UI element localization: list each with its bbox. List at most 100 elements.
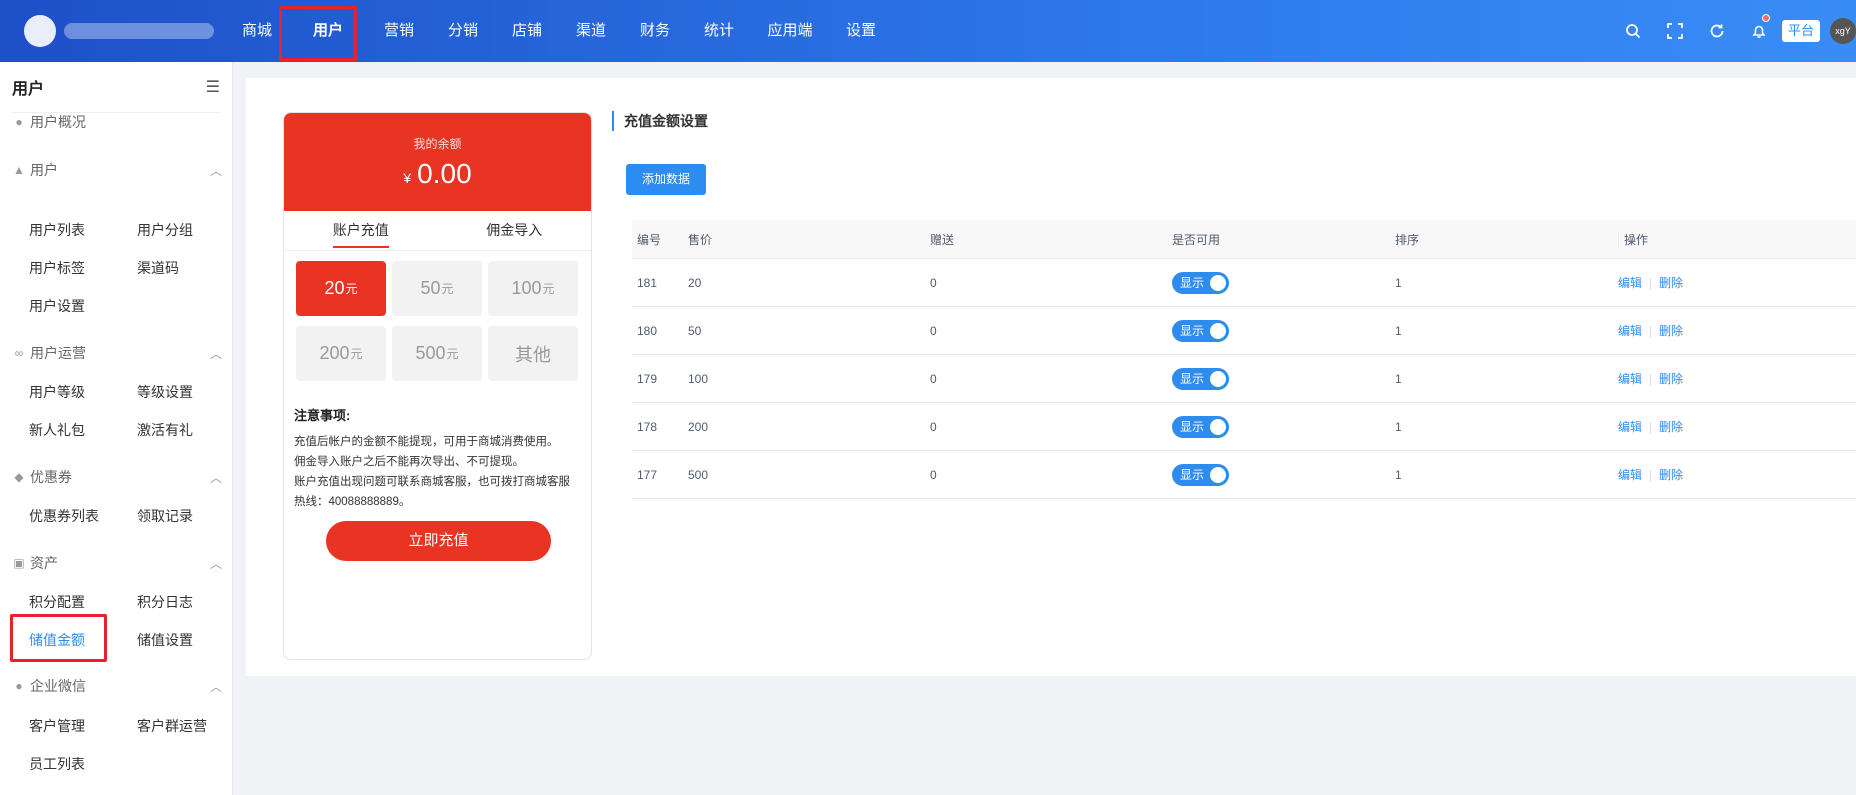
amount-option[interactable]: 100 元 (488, 261, 578, 316)
toggle-knob (1210, 274, 1226, 291)
amount-option[interactable]: 20 元 (296, 261, 386, 316)
sidebar-item-claim-records[interactable]: 领取记录 (137, 506, 193, 526)
delete-link[interactable]: 删除 (1659, 372, 1683, 386)
cell-price: 50 (688, 323, 702, 338)
cell-id: 177 (637, 467, 658, 482)
recharge-now-button[interactable]: 立即充值 (326, 521, 551, 561)
notice-title: 注意事项: (294, 408, 351, 423)
sidebar-item-user-group[interactable]: 用户分组 (137, 220, 193, 240)
platform-tag[interactable]: 平台 (1781, 20, 1820, 42)
sidebar-item-user-tags[interactable]: 用户标签 (29, 258, 85, 278)
delete-link[interactable]: 删除 (1659, 468, 1683, 482)
cell-sort: 1 (1395, 419, 1402, 434)
fullscreen-icon[interactable] (1654, 0, 1696, 62)
amount-option[interactable]: 500 元 (392, 326, 482, 381)
search-icon[interactable] (1612, 0, 1654, 62)
table-row: 177 500 0 显示 1 编辑 删除 (632, 451, 1856, 499)
sidebar-item-newbie-gift[interactable]: 新人礼包 (29, 420, 85, 440)
highlight-box-nav-user (279, 6, 357, 61)
sidebar-item-user-list[interactable]: 用户列表 (29, 220, 85, 240)
visibility-toggle[interactable]: 显示 (1172, 271, 1229, 294)
column-header-actions: 操作 (1618, 230, 1856, 248)
chevron-up-icon: ︿ (209, 556, 222, 571)
logo[interactable] (24, 15, 214, 47)
nav-item-store[interactable]: 店铺 (495, 0, 559, 62)
recharge-tabs: 账户充值 佣金导入 (284, 211, 591, 251)
amount-option-other[interactable]: 其他 (488, 326, 578, 381)
sidebar-title: 用户 (12, 81, 45, 98)
sidebar-item-staff-list[interactable]: 员工列表 (29, 754, 85, 774)
delete-link[interactable]: 删除 (1659, 276, 1683, 290)
sidebar-group-user-ops[interactable]: ∞ 用户运营 ︿ (12, 343, 222, 363)
cell-gift: 0 (930, 275, 937, 290)
edit-link[interactable]: 编辑 (1618, 372, 1642, 386)
sidebar-group-user[interactable]: ▲ 用户 ︿ (12, 160, 222, 180)
nav-item-app[interactable]: 应用端 (751, 0, 829, 62)
balance-amount: ¥0.00 (403, 158, 472, 189)
bell-icon[interactable] (1738, 0, 1780, 62)
balance-label: 我的余额 (413, 137, 462, 151)
avatar[interactable]: xgY (1830, 18, 1856, 44)
column-header-id: 编号 (637, 232, 662, 247)
amount-option[interactable]: 50 元 (392, 261, 482, 316)
nav-item-marketing[interactable]: 营销 (367, 0, 431, 62)
tab-commission-import[interactable]: 佣金导入 (438, 211, 592, 250)
cell-id: 181 (637, 275, 658, 290)
sidebar-item-activation-gift[interactable]: 激活有礼 (137, 420, 193, 440)
visibility-toggle[interactable]: 显示 (1172, 367, 1229, 390)
link-icon: ∞ (14, 346, 24, 360)
top-right-tools: 平台 xgY (1612, 0, 1856, 62)
column-header-gift: 赠送 (930, 232, 955, 247)
sidebar-item-user-settings[interactable]: 用户设置 (29, 296, 85, 316)
sidebar-item-channel-code[interactable]: 渠道码 (137, 258, 179, 278)
delete-link[interactable]: 删除 (1659, 324, 1683, 338)
refresh-icon[interactable] (1696, 0, 1738, 62)
nav-item-finance[interactable]: 财务 (623, 0, 687, 62)
edit-link[interactable]: 编辑 (1618, 276, 1642, 290)
edit-link[interactable]: 编辑 (1618, 420, 1642, 434)
sidebar-group-assets[interactable]: ▣ 资产 ︿ (12, 553, 222, 573)
amount-option[interactable]: 200 元 (296, 326, 386, 381)
cell-price: 200 (688, 419, 709, 434)
cell-gift: 0 (930, 467, 937, 482)
nav-item-channel[interactable]: 渠道 (559, 0, 623, 62)
sidebar-item-customer-mgmt[interactable]: 客户管理 (29, 716, 85, 736)
delete-link[interactable]: 删除 (1659, 420, 1683, 434)
sidebar-item-stored-value-settings[interactable]: 储值设置 (137, 630, 193, 650)
sidebar-item-coupon-list[interactable]: 优惠券列表 (29, 506, 99, 526)
notice-line: 充值后帐户的金额不能提现，可用于商城消费使用。 (294, 436, 559, 448)
visibility-toggle[interactable]: 显示 (1172, 463, 1229, 486)
cell-gift: 0 (930, 323, 937, 338)
column-header-available: 是否可用 (1172, 232, 1221, 247)
sidebar-group-wecom[interactable]: ● 企业微信 ︿ (12, 676, 222, 696)
tab-account-recharge[interactable]: 账户充值 (284, 211, 438, 250)
sidebar-item-customer-group-ops[interactable]: 客户群运营 (137, 716, 207, 736)
sidebar-item-points-config[interactable]: 积分配置 (29, 592, 85, 612)
sidebar-item-user-overview[interactable]: ● 用户概况 (12, 112, 222, 132)
edit-link[interactable]: 编辑 (1618, 324, 1642, 338)
toggle-knob (1210, 466, 1226, 483)
menu-collapse-icon[interactable]: ☰ (206, 77, 220, 97)
cell-id: 179 (637, 371, 658, 386)
edit-link[interactable]: 编辑 (1618, 468, 1642, 482)
sidebar-item-points-log[interactable]: 积分日志 (137, 592, 193, 612)
nav-item-statistics[interactable]: 统计 (687, 0, 751, 62)
cell-sort: 1 (1395, 275, 1402, 290)
wechat-icon: ● (15, 679, 23, 693)
cell-gift: 0 (930, 419, 937, 434)
notice-line: 热线：40088888889。 (294, 496, 411, 508)
nav-item-distribution[interactable]: 分销 (431, 0, 495, 62)
visibility-toggle[interactable]: 显示 (1172, 319, 1229, 342)
sidebar-group-coupon[interactable]: ◆ 优惠券 ︿ (12, 467, 222, 487)
cell-sort: 1 (1395, 371, 1402, 386)
add-data-button[interactable]: 添加数据 (626, 164, 706, 195)
visibility-toggle[interactable]: 显示 (1172, 415, 1229, 438)
table-row: 179 100 0 显示 1 编辑 删除 (632, 355, 1856, 403)
sidebar-item-level-settings[interactable]: 等级设置 (137, 382, 193, 402)
cell-price: 100 (688, 371, 709, 386)
cell-sort: 1 (1395, 323, 1402, 338)
toggle-knob (1210, 370, 1226, 387)
nav-item-settings[interactable]: 设置 (829, 0, 893, 62)
sidebar-item-user-level[interactable]: 用户等级 (29, 382, 85, 402)
logo-text-blurred (64, 23, 214, 39)
